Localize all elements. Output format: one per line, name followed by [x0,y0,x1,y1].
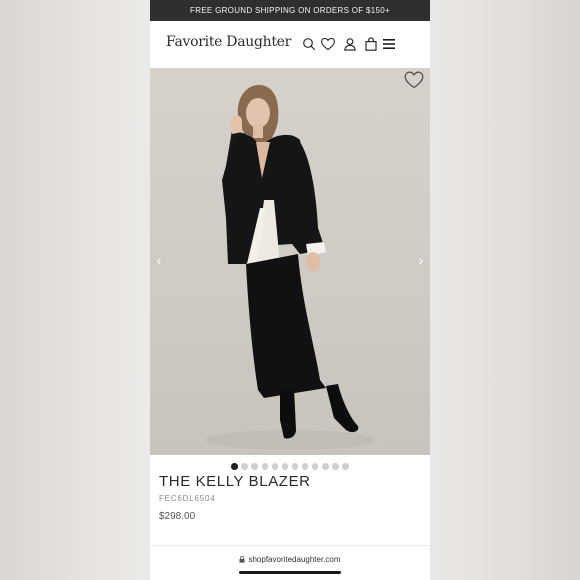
product-sku: FEC6DL6504 [159,494,216,503]
promo-text: FREE GROUND SHIPPING ON ORDERS OF $150+ [190,6,390,15]
carousel-next-chevron-icon[interactable]: › [414,252,428,268]
carousel-dot[interactable] [231,463,238,470]
background-left [0,0,150,580]
phone-screen: FREE GROUND SHIPPING ON ORDERS OF $150+ … [150,0,430,580]
carousel-dot[interactable] [342,463,349,470]
product-image[interactable] [150,68,430,455]
carousel-dot[interactable] [251,463,258,470]
carousel-dot[interactable] [261,463,269,470]
carousel-dot[interactable] [271,463,279,470]
url-text: shopfavoritedaughter.com [248,554,341,564]
background-right [430,0,580,580]
site-header: Favorite Daughter [150,21,430,69]
carousel-dot[interactable] [241,463,248,470]
product-title: THE KELLY BLAZER [159,473,311,490]
product-price: $298.00 [159,511,196,522]
carousel-dot[interactable] [332,463,339,470]
account-icon[interactable] [342,36,358,52]
carousel-dot[interactable] [311,463,319,470]
lock-icon [239,555,245,563]
brand-logo[interactable]: Favorite Daughter [166,34,291,50]
carousel-dots [150,463,430,471]
model-figure [205,84,375,450]
carousel-dot[interactable] [301,463,309,470]
home-indicator[interactable] [239,571,341,574]
carousel-dot[interactable] [291,463,299,470]
menu-icon[interactable] [381,36,397,52]
browser-url-bar[interactable]: shopfavoritedaughter.com [150,552,430,566]
divider [150,545,430,546]
promo-banner[interactable]: FREE GROUND SHIPPING ON ORDERS OF $150+ [150,0,430,21]
bag-icon[interactable] [363,36,379,52]
wishlist-heart-icon[interactable] [403,69,425,91]
carousel-dot[interactable] [281,463,289,470]
carousel-dot[interactable] [322,463,329,470]
carousel-prev-chevron-icon[interactable]: ‹ [152,252,166,268]
heart-icon[interactable] [320,36,336,52]
search-icon[interactable] [301,36,317,52]
